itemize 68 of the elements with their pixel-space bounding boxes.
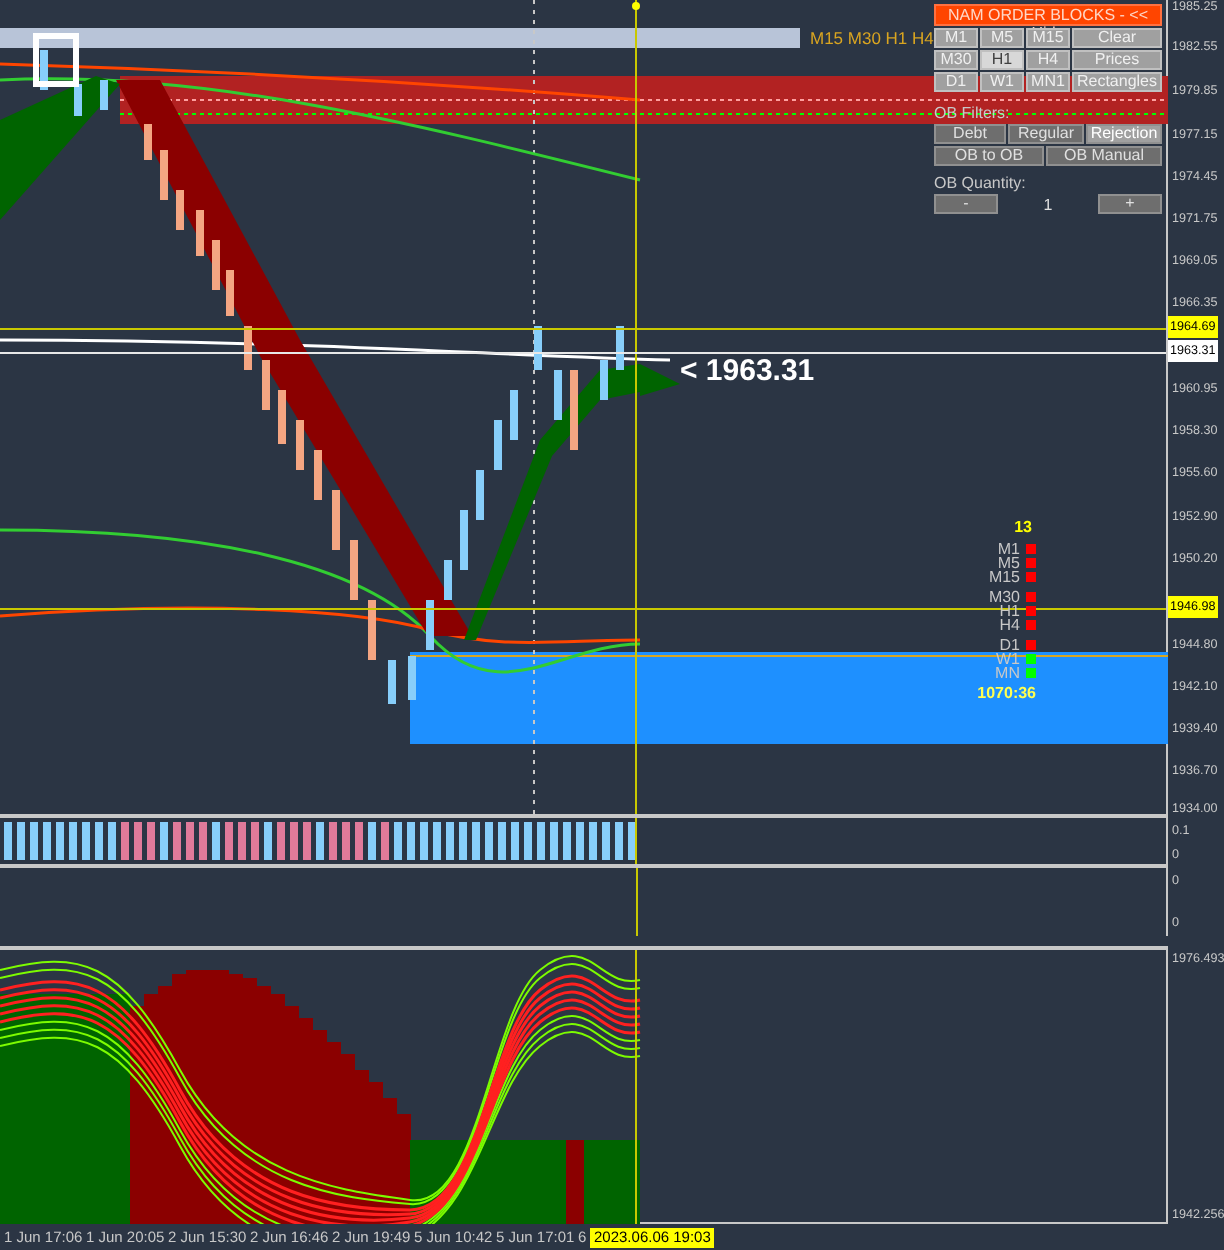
timeframe-button[interactable]: M5 [980, 28, 1024, 48]
candle [278, 390, 286, 444]
action-button[interactable]: Prices [1072, 50, 1162, 70]
timeframe-button[interactable]: H1 [980, 50, 1024, 70]
timeframe-button[interactable]: D1 [934, 72, 978, 92]
candle [314, 450, 322, 500]
countdown-timer: 1070:36 [977, 686, 1036, 702]
timeframe-label: H4 [999, 618, 1020, 632]
timeframe-button[interactable]: M15 [1026, 28, 1070, 48]
candle [176, 190, 184, 230]
candle [350, 540, 358, 600]
candle [100, 80, 108, 110]
candle [460, 510, 468, 570]
candle [616, 326, 624, 370]
mode-button[interactable]: OB to OB [934, 146, 1044, 166]
timeframe-label: M5 [997, 556, 1020, 570]
candle [600, 360, 608, 400]
candle [554, 370, 562, 420]
candle [226, 270, 234, 316]
candle [212, 240, 220, 290]
candle [476, 470, 484, 520]
candle [296, 420, 304, 470]
candle [40, 50, 48, 90]
candle [494, 420, 502, 470]
filters-label: OB Filters: [934, 104, 1012, 122]
cursor-line [636, 868, 638, 936]
increase-button[interactable]: + [1097, 194, 1162, 214]
candle [534, 326, 542, 370]
signal-count: 13 [1014, 520, 1032, 536]
square-marker-icon [33, 33, 79, 87]
cursor-dot-icon [632, 2, 640, 10]
timeframe-label: M15 [988, 570, 1020, 584]
candle [74, 84, 82, 116]
quantity-label: OB Quantity: [934, 174, 1028, 192]
candle [388, 660, 396, 704]
candle [510, 390, 518, 440]
candle [160, 150, 168, 200]
candle [426, 600, 434, 650]
candle [444, 560, 452, 600]
timeframe-button[interactable]: M30 [934, 50, 978, 70]
filter-button[interactable]: Debt [934, 124, 1006, 144]
timeframe-label: M1 [997, 542, 1020, 556]
timeframe-button[interactable]: H4 [1026, 50, 1070, 70]
candle [244, 326, 252, 370]
arrow-icon [640, 364, 680, 396]
candle [144, 124, 152, 160]
price-label: < 1963.31 [680, 354, 815, 388]
candle [408, 656, 416, 700]
timeframe-label: M30 [988, 590, 1020, 604]
candle [368, 600, 376, 660]
decrease-button[interactable]: - [934, 194, 998, 214]
levels-label: M15 M30 H1 H4 [810, 28, 934, 48]
quantity-value: 1 [1043, 195, 1053, 213]
mode-button[interactable]: OB Manual [1046, 146, 1162, 166]
panel-title-button[interactable]: NAM ORDER BLOCKS - << [934, 4, 1162, 26]
candle [196, 210, 204, 256]
timeframe-label: D1 [999, 638, 1020, 652]
candle [570, 370, 578, 450]
filter-button[interactable]: Rejection [1086, 124, 1162, 144]
candle [332, 490, 340, 550]
action-button[interactable]: Rectangles [1072, 72, 1162, 92]
timeframe-button[interactable]: MN1 [1026, 72, 1070, 92]
timeframe-label: MN [995, 666, 1020, 680]
candle [262, 360, 270, 410]
filter-button[interactable]: Regular [1008, 124, 1084, 144]
action-button[interactable]: Clear [1072, 28, 1162, 48]
timeframe-button[interactable]: W1 [980, 72, 1024, 92]
timeframe-button[interactable]: M1 [934, 28, 978, 48]
